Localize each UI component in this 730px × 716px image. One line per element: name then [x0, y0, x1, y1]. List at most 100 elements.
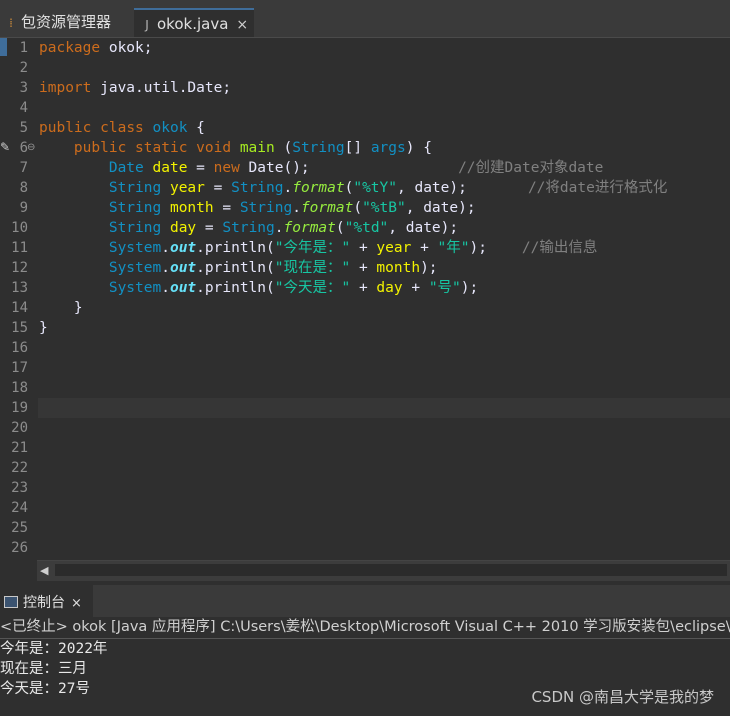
close-icon[interactable]: × [236, 17, 248, 33]
class-name: String [231, 180, 284, 196]
line-number: 10 [11, 220, 28, 236]
code-line[interactable]: Date date = new Date(); //创建Date对象date [39, 158, 604, 178]
tab-console-label: 控制台 [23, 595, 65, 611]
variable: day [169, 220, 197, 236]
code-text: } [39, 320, 48, 336]
code-line[interactable]: String year = String.format("%tY", date)… [39, 178, 668, 198]
class-name: String [222, 220, 275, 236]
scrollbar-thumb[interactable] [55, 564, 727, 576]
class-name: String [239, 200, 293, 216]
tab-console[interactable]: 控制台 × [0, 585, 93, 617]
line-number: 6 [19, 140, 28, 156]
code-line[interactable]: import java.util.Date; [39, 78, 231, 98]
code-text: + [350, 240, 377, 256]
scroll-left-icon[interactable]: ◀ [40, 564, 48, 577]
console-output-line: 现在是：三月 [0, 661, 87, 677]
line-number: 4 [19, 100, 28, 116]
line-number: 15 [11, 320, 28, 336]
static-field: out [169, 260, 197, 276]
code-text: + [411, 240, 438, 256]
code-line[interactable]: System.out.println("现在是：" + month); [39, 258, 438, 278]
tab-package-explorer[interactable]: ⁞ 包资源管理器 [0, 8, 132, 37]
code-comment: //输出信息 [521, 240, 598, 256]
code-text: .println( [196, 260, 275, 276]
class-name: System [108, 240, 162, 256]
line-number: 9 [19, 200, 28, 216]
static-field: out [169, 280, 197, 296]
type-name: String [108, 220, 162, 236]
code-line[interactable]: public class okok { [39, 118, 205, 138]
code-text: ( [335, 220, 345, 236]
code-text: { [187, 120, 205, 136]
variable: month [169, 200, 214, 216]
code-line[interactable]: System.out.println("今年是：" + year + "年");… [39, 238, 598, 258]
code-text: + [350, 280, 377, 296]
code-line[interactable]: String month = String.format("%tB", date… [39, 198, 476, 218]
string-literal: "年" [437, 240, 470, 256]
code-line[interactable]: System.out.println("今天是：" + day + "号"); [39, 278, 478, 298]
line-number: 13 [11, 280, 28, 296]
code-text: ); [469, 240, 487, 256]
line-number: 5 [19, 120, 28, 136]
variable: date [152, 160, 188, 176]
keyword: package [39, 40, 101, 56]
line-number: 23 [11, 480, 28, 496]
code-text: . [292, 200, 301, 216]
string-literal: "今年是：" [274, 240, 351, 256]
keyword: static [135, 140, 188, 156]
code-text: = [187, 160, 214, 176]
line-number: 19 [11, 400, 28, 416]
line-number: 25 [11, 520, 28, 536]
string-literal: "号" [428, 280, 461, 296]
class-name: okok [152, 120, 188, 136]
code-text: } [73, 300, 83, 316]
type-name: String [108, 200, 162, 216]
code-text: [] [344, 140, 371, 156]
line-number: 26 [11, 540, 28, 556]
code-line[interactable]: public static void main (String[] args) … [39, 138, 432, 158]
string-literal: "%tB" [362, 200, 406, 216]
code-text: , date); [388, 220, 459, 236]
variable: year [169, 180, 205, 196]
package-explorer-icon: ⁞ [9, 16, 13, 30]
code-text: ( [353, 200, 363, 216]
code-text: . [161, 280, 170, 296]
tab-okok-java[interactable]: Jokok.java × [134, 8, 254, 37]
line-number-gutter: ✎ ⊖ 1 2 3 4 5 6 7 8 9 10 11 12 13 14 15 … [0, 38, 38, 560]
method-name: main [239, 140, 275, 156]
keyword: class [100, 120, 144, 136]
code-text: java.util.Date; [91, 80, 232, 96]
line-number: 17 [11, 360, 28, 376]
keyword: import [39, 80, 92, 96]
code-editor[interactable]: ✎ ⊖ 1 2 3 4 5 6 7 8 9 10 11 12 13 14 15 … [0, 38, 730, 560]
line-number: 11 [11, 240, 28, 256]
fold-collapse-icon[interactable]: ⊖ [27, 142, 35, 153]
keyword: public [39, 120, 92, 136]
tab-package-explorer-label: 包资源管理器 [21, 13, 112, 31]
line-number: 20 [11, 420, 28, 436]
method-name: format [292, 180, 345, 196]
method-name: format [283, 220, 336, 236]
line-number: 8 [19, 180, 28, 196]
code-text: ) { [405, 140, 432, 156]
line-number: 2 [19, 60, 28, 76]
code-line[interactable]: package okok; [39, 38, 153, 58]
keyword: void [196, 140, 232, 156]
line-number: 22 [11, 460, 28, 476]
type-name: String [108, 180, 162, 196]
code-text: + [402, 280, 429, 296]
line-number: 3 [19, 80, 28, 96]
code-text: ); [420, 260, 438, 276]
console-output-line: 今天是：27号 [0, 681, 90, 697]
code-text: , date); [405, 200, 476, 216]
code-line[interactable]: String day = String.format("%td", date); [39, 218, 458, 238]
close-icon[interactable]: × [71, 596, 82, 611]
string-literal: "%td" [344, 220, 389, 236]
code-text: = [196, 220, 223, 236]
console-output-line: 今年是：2022年 [0, 641, 108, 657]
console-status-line: <已终止> okok [Java 应用程序] C:\Users\姜松\Deskt… [0, 617, 730, 639]
code-line[interactable]: } [39, 298, 83, 318]
horizontal-scrollbar[interactable]: ◀ [37, 560, 730, 581]
code-line[interactable]: } [39, 318, 48, 338]
variable: year [376, 240, 412, 256]
